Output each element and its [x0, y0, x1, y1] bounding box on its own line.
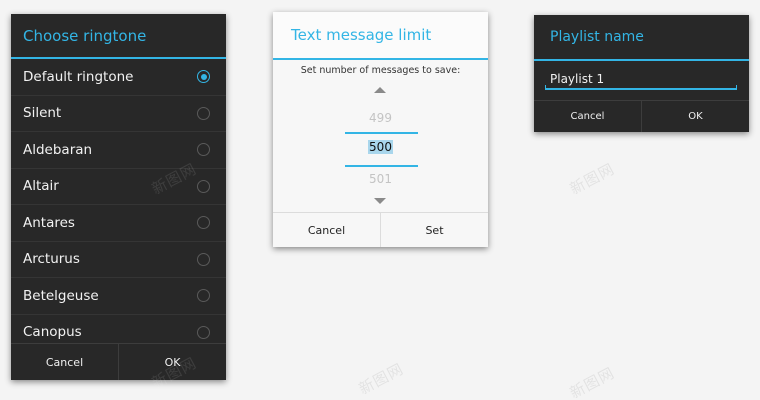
ringtone-item[interactable]: Antares — [11, 205, 226, 242]
playlist-name-input[interactable] — [545, 71, 737, 87]
text-limit-message: Set number of messages to save: — [300, 65, 461, 76]
watermark: 新图网 — [566, 159, 618, 199]
picker-previous-value[interactable]: 499 — [273, 111, 488, 125]
ringtone-item[interactable]: Silent — [11, 96, 226, 132]
increment-arrow-icon[interactable] — [374, 87, 386, 93]
playlist-dialog-buttons: Cancel OK — [534, 100, 749, 132]
ringtone-dialog: Choose ringtone Default ringtone Silent … — [11, 14, 226, 380]
cancel-button[interactable]: Cancel — [534, 101, 641, 132]
number-picker[interactable]: 499 500 501 — [273, 79, 488, 215]
radio-icon[interactable] — [197, 143, 210, 157]
playlist-name-dialog: Playlist name Cancel OK — [534, 15, 749, 132]
radio-icon[interactable] — [197, 289, 210, 303]
ringtone-item[interactable]: Aldebaran — [11, 132, 226, 169]
ringtone-item-label: Silent — [23, 105, 62, 122]
picker-divider — [345, 132, 418, 134]
picker-current-value[interactable]: 500 — [273, 140, 488, 154]
ringtone-item-label: Default ringtone — [23, 68, 134, 85]
input-underline — [545, 85, 737, 90]
radio-icon[interactable] — [197, 252, 210, 266]
ringtone-item-label: Betelgeuse — [23, 287, 99, 304]
radio-icon[interactable] — [197, 216, 210, 230]
ringtone-item[interactable]: Arcturus — [11, 242, 226, 278]
cancel-button[interactable]: Cancel — [273, 213, 380, 247]
radio-icon[interactable] — [197, 179, 210, 193]
text-limit-dialog-buttons: Cancel Set — [273, 212, 488, 247]
ringtone-item[interactable]: Betelgeuse — [11, 278, 226, 315]
picker-divider — [345, 165, 418, 167]
playlist-name-field — [534, 61, 749, 98]
watermark: 新图网 — [566, 363, 618, 400]
ringtone-item[interactable]: Default ringtone — [11, 59, 226, 96]
playlist-dialog-title: Playlist name — [534, 15, 749, 61]
ok-button[interactable]: OK — [641, 101, 749, 132]
ringtone-item-label: Antares — [23, 214, 75, 231]
cancel-button[interactable]: Cancel — [11, 344, 118, 380]
ringtone-dialog-buttons: Cancel OK — [11, 343, 226, 380]
ringtone-dialog-title: Choose ringtone — [11, 14, 226, 59]
ringtone-item[interactable]: Altair — [11, 169, 226, 205]
ok-button[interactable]: OK — [118, 344, 226, 380]
picker-next-value[interactable]: 501 — [273, 172, 488, 186]
text-limit-dialog-title: Text message limit — [273, 12, 488, 60]
radio-icon[interactable] — [197, 325, 210, 339]
radio-icon[interactable] — [197, 106, 210, 120]
picker-current-value-text[interactable]: 500 — [368, 140, 393, 154]
decrement-arrow-icon[interactable] — [374, 198, 386, 204]
ringtone-item[interactable]: Canopus — [11, 315, 226, 344]
radio-selected-icon[interactable] — [197, 70, 210, 84]
ringtone-item-label: Aldebaran — [23, 141, 93, 158]
text-limit-dialog: Text message limit Set number of message… — [273, 12, 488, 247]
watermark: 新图网 — [355, 359, 407, 399]
set-button[interactable]: Set — [380, 213, 488, 247]
ringtone-item-label: Altair — [23, 178, 59, 195]
ringtone-list[interactable]: Default ringtone Silent Aldebaran Altair… — [11, 59, 226, 343]
ringtone-item-label: Arcturus — [23, 251, 80, 268]
ringtone-item-label: Canopus — [23, 324, 82, 341]
